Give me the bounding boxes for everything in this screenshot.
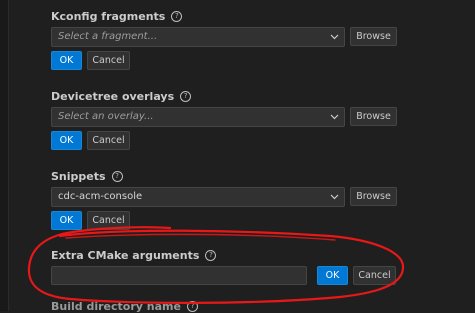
kconfig-browse-button[interactable]: Browse [350, 27, 397, 46]
help-circle-icon[interactable]: ? [205, 250, 217, 261]
devicetree-overlay-placeholder: Select an overlay... [58, 111, 154, 122]
extra-cmake-arguments-label-text: Extra CMake arguments [51, 249, 200, 262]
kconfig-fragments-label-text: Kconfig fragments [51, 10, 166, 23]
kconfig-cancel-button[interactable]: Cancel [87, 51, 130, 70]
snippet-selected-value: cdc-acm-console [58, 191, 143, 202]
extra-cmake-ok-button[interactable]: OK [317, 266, 348, 285]
snippets-browse-button[interactable]: Browse [350, 187, 397, 206]
devicetree-browse-button[interactable]: Browse [350, 107, 397, 126]
devicetree-cancel-button[interactable]: Cancel [87, 131, 130, 150]
devicetree-ok-button[interactable]: OK [51, 131, 82, 150]
snippets-ok-button[interactable]: OK [51, 211, 82, 230]
kconfig-fragment-select[interactable]: Select a fragment... [51, 27, 345, 47]
help-circle-icon[interactable]: ? [186, 301, 198, 312]
devicetree-overlays-label-text: Devicetree overlays [51, 90, 175, 103]
left-panel-edge [0, 0, 9, 311]
help-circle-icon[interactable]: ? [180, 91, 192, 102]
devicetree-overlays-label: Devicetree overlays ? [51, 90, 192, 103]
kconfig-fragments-label: Kconfig fragments ? [51, 10, 183, 23]
snippets-label-text: Snippets [51, 170, 106, 183]
snippets-label: Snippets ? [51, 170, 123, 183]
kconfig-ok-button[interactable]: OK [51, 51, 82, 70]
help-circle-icon[interactable]: ? [111, 171, 123, 182]
kconfig-fragment-placeholder: Select a fragment... [58, 31, 158, 42]
extra-cmake-arguments-label: Extra CMake arguments ? [51, 249, 217, 262]
chevron-down-icon [330, 194, 339, 200]
build-directory-name-label: Build directory name ? [51, 300, 198, 313]
snippet-select[interactable]: cdc-acm-console [51, 187, 345, 207]
extra-cmake-cancel-button[interactable]: Cancel [353, 266, 396, 285]
help-circle-icon[interactable]: ? [171, 11, 183, 22]
devicetree-overlay-select[interactable]: Select an overlay... [51, 107, 345, 127]
extra-cmake-arguments-input[interactable] [51, 266, 307, 285]
build-directory-name-label-text: Build directory name [51, 300, 181, 313]
snippets-cancel-button[interactable]: Cancel [87, 211, 130, 230]
chevron-down-icon [330, 114, 339, 120]
chevron-down-icon [330, 34, 339, 40]
